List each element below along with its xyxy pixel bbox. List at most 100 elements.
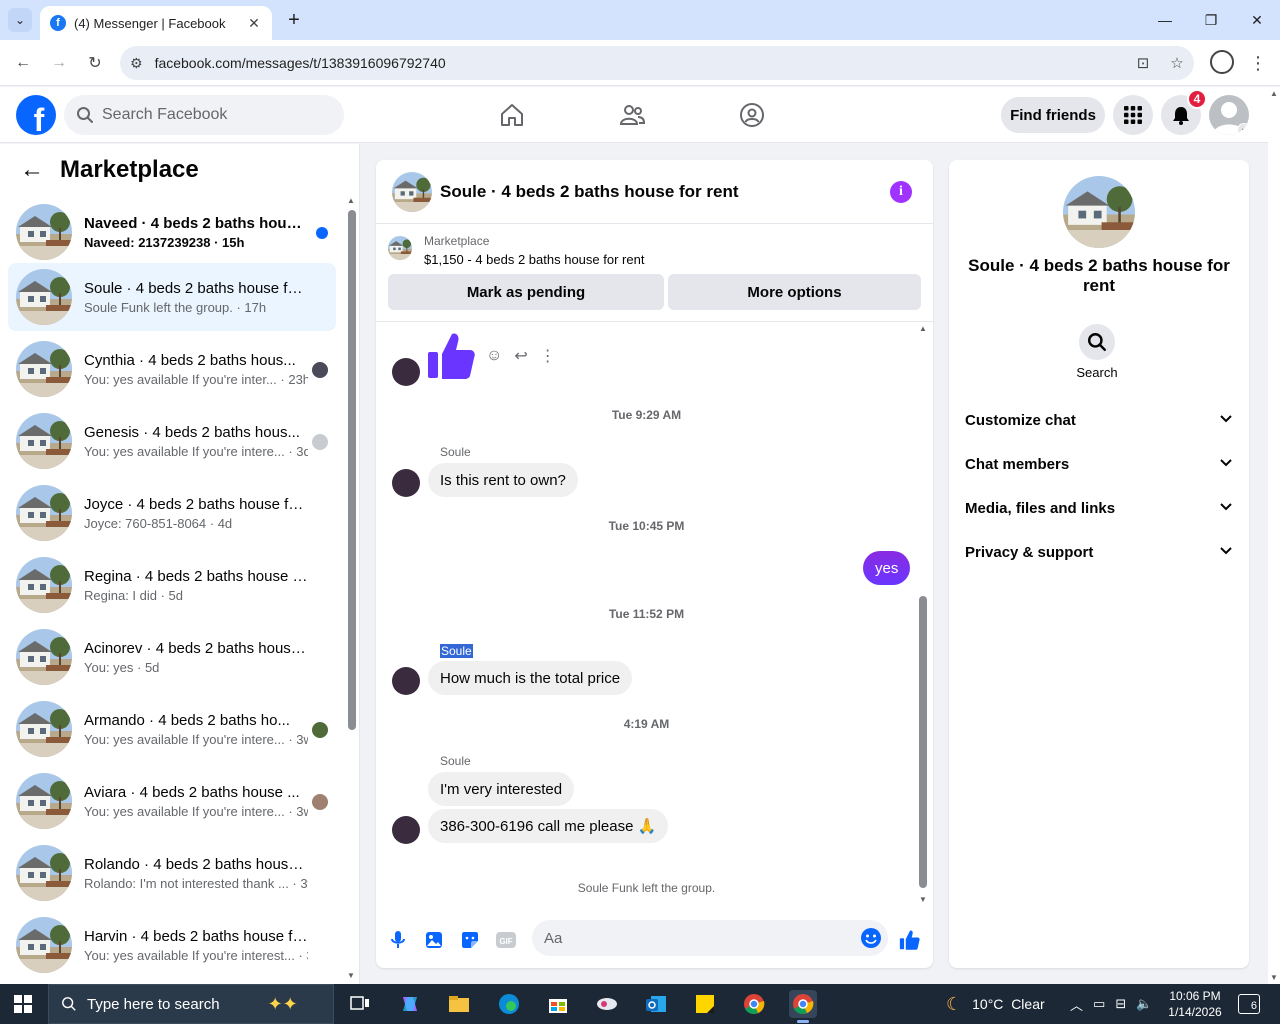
photo-icon[interactable] (422, 928, 446, 952)
tray-chevron-icon[interactable]: ︿ (1070, 995, 1083, 1014)
message-bubble[interactable]: I'm very interested (428, 772, 575, 806)
chrome-active-icon[interactable] (789, 990, 817, 1023)
scrollbar-thumb[interactable] (919, 596, 927, 888)
scroll-up-icon[interactable]: ▲ (919, 324, 927, 333)
browser-profile-icon[interactable] (1210, 50, 1234, 74)
omnibox[interactable]: ⚙ facebook.com/messages/t/13839160967927… (120, 46, 1194, 80)
search-in-chat-button[interactable] (1079, 324, 1115, 360)
menu-grid-icon[interactable] (1113, 95, 1153, 135)
home-icon[interactable] (496, 99, 528, 131)
chat-thumbnail[interactable] (392, 172, 432, 212)
url-text[interactable]: facebook.com/messages/t/1383916096792740 (155, 55, 1126, 71)
page-scrollbar[interactable]: ▲ ▼ (1268, 87, 1280, 984)
sender-avatar[interactable] (392, 667, 420, 695)
listing-price[interactable]: $1,150 - 4 beds 2 baths house for rent (424, 252, 644, 267)
more-options-button[interactable]: More options (668, 274, 921, 310)
taskbar-search[interactable]: Type here to search ✦✦ (48, 984, 334, 1024)
scroll-down-icon[interactable]: ▼ (1270, 973, 1278, 982)
message-field[interactable] (544, 929, 844, 947)
microphone-icon[interactable] (386, 928, 410, 952)
groups-icon[interactable] (736, 99, 768, 131)
friends-icon[interactable] (616, 99, 648, 131)
customize-chat-section[interactable]: Customize chat (957, 398, 1241, 442)
taskbar-clock[interactable]: 10:06 PM 1/14/2026 (1160, 988, 1230, 1020)
browser-tab[interactable]: f (4) Messenger | Facebook ✕ (40, 6, 272, 40)
weather-widget[interactable]: ☾ 10°C Clear (946, 984, 1045, 1024)
search-input[interactable] (102, 106, 322, 124)
conversation-item[interactable]: Harvin · 4 beds 2 baths house fo... You: … (8, 911, 336, 979)
edge-icon[interactable] (495, 990, 523, 1018)
conversation-item[interactable]: Naveed · 4 beds 2 baths house... Naveed: … (8, 198, 336, 266)
outlook-icon[interactable] (642, 990, 670, 1018)
close-window-button[interactable]: ✕ (1234, 0, 1280, 40)
bookmark-star-icon[interactable]: ☆ (1160, 54, 1194, 72)
listing-thumbnail[interactable] (388, 236, 412, 260)
network-icon[interactable]: ⊟ (1115, 996, 1126, 1012)
volume-icon[interactable]: 🔈 (1136, 996, 1152, 1012)
back-arrow-icon[interactable]: ← (10, 50, 36, 76)
conversation-item-active[interactable]: Soule · 4 beds 2 baths house for... Soule… (8, 263, 336, 331)
mark-as-pending-button[interactable]: Mark as pending (388, 274, 664, 310)
conversation-item[interactable]: Regina · 4 beds 2 baths house fo... Regin… (8, 551, 336, 619)
windows-start-icon[interactable] (14, 995, 32, 1013)
message-bubble[interactable]: 386-300-6196 call me please 🙏 (428, 809, 669, 843)
conversation-list-scrollbar[interactable]: ▲ ▼ (346, 196, 358, 980)
chat-members-section[interactable]: Chat members (957, 442, 1241, 486)
conversation-item[interactable]: Rolando · 4 beds 2 baths house ... Roland… (8, 839, 336, 907)
message-bubble[interactable]: How much is the total price (428, 661, 633, 695)
scroll-down-icon[interactable]: ▼ (919, 895, 927, 904)
chrome-icon[interactable] (740, 990, 768, 1018)
tab-close-icon[interactable]: ✕ (246, 15, 262, 32)
store-icon[interactable] (544, 990, 572, 1018)
sender-avatar[interactable] (392, 816, 420, 844)
scroll-up-icon[interactable]: ▲ (347, 196, 355, 205)
message-input[interactable] (532, 920, 888, 956)
conversation-item[interactable]: Armando · 4 beds 2 baths ho... You: yes a… (8, 695, 336, 763)
task-view-icon[interactable] (346, 990, 374, 1018)
back-arrow-icon[interactable]: ← (20, 156, 44, 184)
scroll-up-icon[interactable]: ▲ (1270, 89, 1278, 98)
find-friends-button[interactable]: Find friends (1001, 97, 1105, 133)
message-bubble[interactable]: Is this rent to own? (428, 463, 578, 497)
browser-menu-icon[interactable]: ⋮ (1248, 50, 1268, 76)
minimize-button[interactable]: — (1142, 0, 1188, 40)
reply-icon[interactable]: ↩ (514, 346, 527, 366)
sticker-icon[interactable] (458, 928, 482, 952)
profile-avatar[interactable]: ▾ (1209, 95, 1249, 135)
privacy-support-section[interactable]: Privacy & support (957, 530, 1241, 574)
copilot-icon[interactable] (396, 990, 424, 1018)
sender-avatar[interactable] (392, 358, 420, 386)
snipping-tool-icon[interactable] (593, 990, 621, 1018)
emoji-icon[interactable] (860, 927, 882, 954)
react-icon[interactable]: ☺ (486, 347, 502, 365)
tab-search-button[interactable]: ⌄ (8, 8, 32, 32)
conversation-item[interactable]: Acinorev · 4 beds 2 baths house ... You: … (8, 623, 336, 691)
more-icon[interactable]: ⋮ (540, 346, 556, 366)
conversation-item[interactable]: Aviara · 4 beds 2 baths house ... You: ye… (8, 767, 336, 835)
notification-center-icon[interactable]: 6 (1238, 994, 1260, 1014)
forward-arrow-icon[interactable]: → (46, 50, 72, 76)
facebook-search[interactable] (64, 95, 344, 135)
conversation-item[interactable]: Genesis · 4 beds 2 baths hous... You: yes… (8, 407, 336, 475)
sticky-notes-icon[interactable] (691, 990, 719, 1018)
info-icon[interactable]: i (890, 181, 912, 203)
chat-title[interactable]: Soule · 4 beds 2 baths house for rent (440, 182, 739, 202)
scrollbar-thumb[interactable] (348, 210, 356, 730)
battery-icon[interactable]: ▭ (1093, 996, 1105, 1012)
media-files-links-section[interactable]: Media, files and links (957, 486, 1241, 530)
reload-icon[interactable]: ↻ (82, 50, 108, 76)
restore-button[interactable]: ❐ (1188, 0, 1234, 40)
install-app-icon[interactable]: ⊡ (1126, 54, 1160, 72)
gif-icon[interactable]: GIF (494, 928, 518, 952)
scroll-down-icon[interactable]: ▼ (347, 971, 355, 980)
conversation-item[interactable]: Cynthia · 4 beds 2 baths hous... You: yes… (8, 335, 336, 403)
conversation-item[interactable]: Joyce · 4 beds 2 baths house for... Joyce… (8, 479, 336, 547)
sender-avatar[interactable] (392, 469, 420, 497)
chat-scrollbar[interactable]: ▲ ▼ (917, 324, 929, 904)
site-settings-icon[interactable]: ⚙ (130, 55, 143, 72)
own-message-bubble[interactable]: yes (863, 551, 911, 585)
facebook-logo-icon[interactable]: f (16, 95, 56, 135)
new-tab-button[interactable]: + (282, 8, 306, 32)
file-explorer-icon[interactable] (445, 990, 473, 1018)
like-send-icon[interactable] (898, 928, 922, 952)
